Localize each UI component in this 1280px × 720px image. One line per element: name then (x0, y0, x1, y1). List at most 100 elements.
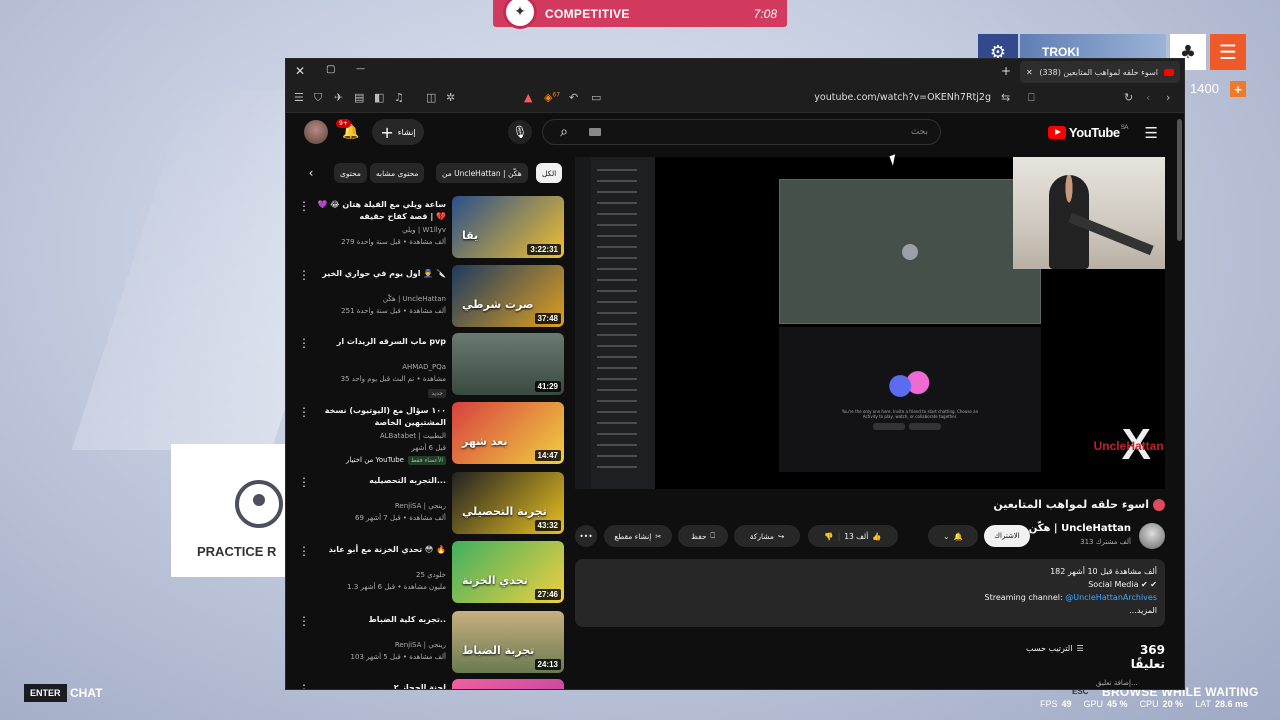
tab-title: (338) اسوء حلقه لمواهب المتابعين (1039, 67, 1158, 77)
pin-icon[interactable]: ✈ (334, 91, 343, 104)
recommendation-channel[interactable]: خلودي 25 (316, 571, 446, 579)
youtube-logo[interactable]: YouTube SA (1047, 125, 1128, 140)
add-points-button[interactable]: + (1230, 81, 1246, 97)
notifications-bell-icon[interactable]: 🔔 9+ (336, 119, 359, 140)
account-avatar[interactable] (304, 120, 328, 144)
video-thumbnail[interactable]: يقا 3:22:31 (452, 196, 564, 258)
more-options-icon[interactable]: ⋮ (298, 475, 310, 489)
recommendation-channel[interactable]: ويلي | W1llyv (316, 226, 446, 234)
chip-3[interactable]: محتوى (334, 163, 367, 183)
shield-icon[interactable]: ⛉ (314, 91, 322, 105)
more-options-icon[interactable]: ⋮ (298, 405, 310, 419)
recommendation-item[interactable]: تحدي الخزنة 27:46 ⋮ تحدي الخزنة مع أبو ع… (296, 541, 564, 605)
recommendation-channel[interactable]: ALBatabet | البطبيت (316, 432, 446, 440)
more-options-icon[interactable]: ⋮ (298, 268, 310, 282)
brave-shield-icon[interactable]: ◈67 (544, 91, 560, 104)
tab-close-icon[interactable]: ✕ (1026, 68, 1033, 77)
more-options-icon[interactable]: ⋮ (298, 682, 310, 689)
video-thumbnail[interactable]: 41:29 (452, 333, 564, 395)
channel-avatar[interactable] (1139, 523, 1165, 549)
close-window-button[interactable]: ✕ (295, 64, 305, 78)
more-options-icon[interactable]: ⋮ (298, 336, 310, 350)
cast-icon[interactable]: ▭ (591, 91, 601, 104)
discord-member-row (597, 180, 637, 182)
recommendation-channel[interactable]: RenjiSA | رينجي (316, 641, 446, 649)
chip-1[interactable]: من UncleHattan | هكّن (436, 163, 528, 183)
recommendation-channel[interactable]: AHMAD_PQa (316, 363, 446, 371)
more-options-icon[interactable]: ⋮ (298, 614, 310, 628)
recommendation-item[interactable]: تجربة الضباط 24:13 ⋮ تجربه كلية الضباط..… (296, 611, 564, 675)
search-input[interactable]: بحث (911, 127, 928, 137)
browser-tab[interactable]: ✕ (338) اسوء حلقه لمواهب المتابعين (1020, 61, 1180, 83)
more-actions-button[interactable]: ••• (575, 525, 597, 547)
back-icon[interactable]: ‹ (1146, 91, 1150, 104)
window-icon[interactable]: ▤ (354, 91, 364, 104)
search-icon[interactable]: ⌕ (543, 120, 585, 144)
video-player[interactable]: You're the only one here. Invite a frien… (575, 157, 1165, 489)
practice-range-card[interactable]: PRACTICE R (171, 444, 291, 577)
add-comment-input[interactable]: إضافة تعليق... (1096, 679, 1138, 687)
competitive-banner: ✦ COMPETITIVE 7:08 (493, 0, 787, 29)
notification-bell-button[interactable]: ⌄ 🔔 (928, 525, 978, 547)
brave-rewards-icon[interactable]: ▲ (524, 91, 532, 104)
like-dislike-group: 👎 | 13 ألف 👍 (808, 525, 898, 547)
maximize-button[interactable]: ▢ (326, 64, 335, 75)
clip-button[interactable]: إنشاء مقطع ✂ (604, 525, 672, 547)
page-scrollbar[interactable] (1177, 119, 1182, 241)
subscribe-button[interactable]: الاشتراك (984, 525, 1030, 547)
screenshot-icon[interactable]: ◫ (426, 91, 436, 104)
video-thumbnail[interactable]: بعد شهر 14:47 (452, 402, 564, 464)
create-button[interactable]: + إنشاء (372, 119, 424, 145)
points-value: 1400 (1190, 81, 1219, 96)
recommendation-item[interactable]: صرت شرطي 37:48 ⋮ اول يوم في حواري الخير … (296, 265, 564, 329)
more-options-icon[interactable]: ⋮ (298, 199, 310, 213)
video-thumbnail[interactable]: صرت شرطي 37:48 (452, 265, 564, 327)
reader-icon[interactable]: ⇆ (1001, 91, 1010, 104)
music-icon[interactable]: ♫ (394, 91, 404, 104)
recommendation-item[interactable]: ⋮ لجنة الحجاز ٢ (296, 679, 564, 689)
recommendation-item[interactable]: تجربة التحصيلي 43:32 ⋮ التجربه التحصيليه… (296, 472, 564, 536)
new-tab-button[interactable]: + (1001, 64, 1011, 78)
sidebar-menu-icon[interactable]: ☰ (294, 91, 304, 104)
show-more[interactable]: ...المزيد (583, 604, 1157, 617)
keyboard-icon[interactable] (589, 128, 601, 136)
discord-activity-panel: You're the only one here. Invite a frien… (779, 327, 1041, 472)
split-view-icon[interactable]: ◧ (374, 91, 384, 104)
recommendation-item[interactable]: 41:29 ⋮ ماب السرقه الريدات ار pvp AHMAD_… (296, 333, 564, 398)
search-box[interactable]: ⌕ بحث (542, 119, 941, 145)
archive-channel-link[interactable]: @UncleHattanArchives (1065, 593, 1157, 602)
chips-scroll-left-icon[interactable]: ‹ (304, 163, 318, 183)
undo-icon[interactable]: ↶ (569, 91, 578, 104)
voice-search-icon[interactable]: 🎙 (508, 120, 532, 144)
minimize-button[interactable]: — (356, 64, 365, 74)
menu-icon[interactable]: ☰ (1210, 34, 1246, 70)
like-icon[interactable]: 👍 (872, 532, 881, 541)
forward-icon[interactable]: › (1166, 91, 1170, 104)
share-button[interactable]: مشاركة ↪ (734, 525, 800, 547)
reload-icon[interactable]: ↻ (1124, 91, 1133, 104)
video-thumbnail[interactable]: تجربة التحصيلي 43:32 (452, 472, 564, 534)
extensions-icon[interactable]: ✲ (446, 91, 455, 104)
chip-0[interactable]: الكل (536, 163, 563, 183)
video-thumbnail[interactable]: تجربة الضباط 24:13 (452, 611, 564, 673)
chat-label[interactable]: CHAT (70, 686, 102, 700)
discord-member-row (597, 257, 637, 259)
discord-member-row (597, 290, 637, 292)
bookmark-icon[interactable]: ⎕ (1028, 91, 1035, 105)
recommendation-channel[interactable]: RenjiSA | رينجي (316, 502, 446, 510)
recommendation-channel[interactable]: هكّن | UncleHattan (316, 295, 446, 303)
chip-2[interactable]: محتوى مشابه (370, 163, 425, 183)
recommendation-item[interactable]: يقا 3:22:31 ⋮ ساعة ويلي مع الفيلة هتان 😂… (296, 196, 564, 260)
more-options-icon[interactable]: ⋮ (298, 544, 310, 558)
video-thumbnail[interactable] (452, 679, 564, 689)
recommendation-item[interactable]: بعد شهر 14:47 ⋮ ١٠٠ سؤال مع (اليوتيوب) ن… (296, 402, 564, 466)
dislike-button[interactable]: 👎 (824, 532, 833, 541)
sort-comments-button[interactable]: الترتيب حسب ☰ (1026, 644, 1084, 653)
video-thumbnail[interactable]: تحدي الخزنة 27:46 (452, 541, 564, 603)
save-button[interactable]: حفظ ⎕ (678, 525, 728, 547)
like-count[interactable]: 13 ألف (844, 532, 868, 541)
description-box[interactable]: 182 ألف مشاهدة قبل 10 أشهر Social Media … (575, 559, 1165, 627)
guide-menu-icon[interactable]: ☰ (1145, 124, 1158, 142)
browser-toolbar: ☰ ⛉ ✈ ▤ ◧ ♫ ◫ ✲ ▲ ◈67 ↶ ▭ youtube.com/wa… (286, 85, 1184, 113)
address-bar[interactable]: youtube.com/watch?v=OKENh7Rtj2g (756, 92, 991, 103)
